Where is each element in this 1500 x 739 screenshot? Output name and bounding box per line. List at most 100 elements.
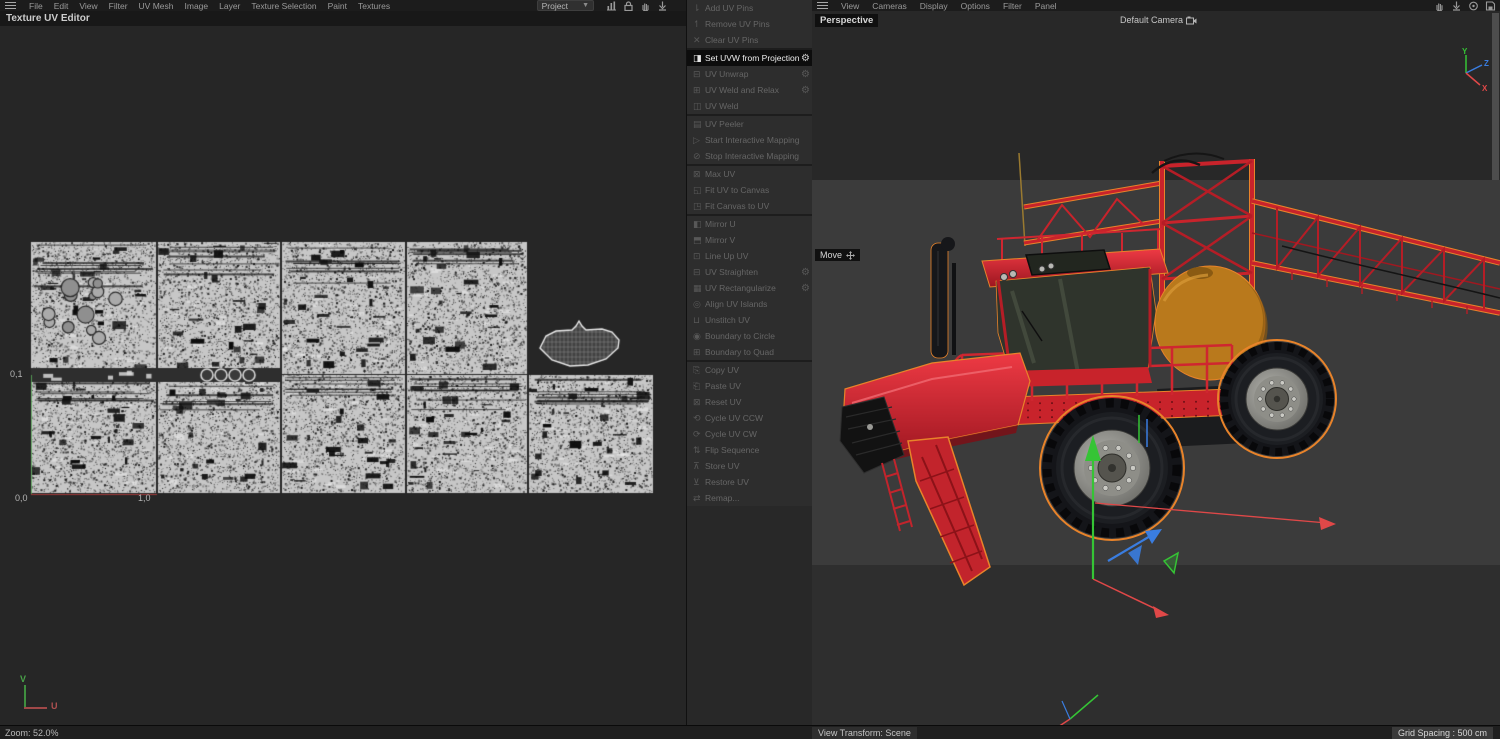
restore-uv-label: Restore UV [705,477,749,487]
menu-image[interactable]: Image [185,1,209,11]
view-mode-label[interactable]: Perspective [815,14,879,27]
paste-uv-icon: ⎗ [693,380,701,391]
command-group: ⊠ Max UV ◱ Fit UV to Canvas ◳ Fit Canvas to U… [687,166,813,214]
scene-sprayer-machine[interactable] [812,11,1500,726]
menu-layer[interactable]: Layer [219,1,240,11]
front-wheel[interactable] [1039,395,1185,541]
menu-texture-selection[interactable]: Texture Selection [251,1,316,11]
menu-view[interactable]: View [79,1,97,11]
cycle-uv-ccw-label: Cycle UV CCW [705,413,764,423]
camera-label-text: Default Camera [1120,15,1184,25]
boom-right-truss [1251,198,1500,316]
target-icon[interactable] [1468,1,1479,11]
menu-edit[interactable]: Edit [54,1,69,11]
remove-uv-pins-button[interactable]: ↿ Remove UV Pins [687,16,813,32]
cycle-uv-ccw-button[interactable]: ⟲ Cycle UV CCW [687,410,813,426]
start-interactive-mapping-label: Start Interactive Mapping [705,135,800,145]
uv-weld-button[interactable]: ◫ UV Weld [687,98,813,114]
camera-label[interactable]: Default Camera [1120,15,1197,25]
line-up-uv-button[interactable]: ⊡ Line Up UV [687,248,813,264]
fit-uv-to-canvas-button[interactable]: ◱ Fit UV to Canvas [687,182,813,198]
mirror-u-button[interactable]: ◧ Mirror U [687,216,813,232]
plane-handle-green[interactable] [1162,551,1180,575]
uv-rectangularize-options-gear-icon[interactable]: ⚙ [799,283,810,294]
vp-menu-cameras[interactable]: Cameras [872,1,906,11]
command-group: ◨ Set UVW from Projection ⚙ ⊟ UV Unwrap ⚙ ⊞ UV … [687,50,813,114]
project-dropdown[interactable]: Project ▼ [536,0,594,11]
max-uv-button[interactable]: ⊠ Max UV [687,166,813,182]
anchor-icon[interactable] [657,1,668,11]
store-uv-button[interactable]: ⊼ Store UV [687,458,813,474]
vp-menu-display[interactable]: Display [920,1,948,11]
mirror-v-button[interactable]: ⬒ Mirror V [687,232,813,248]
save-view-icon[interactable] [1485,0,1496,11]
vp-menu-panel[interactable]: Panel [1035,1,1057,11]
paste-uv-button[interactable]: ⎗ Paste UV [687,378,813,394]
vp-menu-view[interactable]: View [841,1,859,11]
boundary-to-quad-icon: ⊞ [693,346,701,357]
uv-weld-and-relax-button[interactable]: ⊞ UV Weld and Relax ⚙ [687,82,813,98]
fit-canvas-to-uv-button[interactable]: ◳ Fit Canvas to UV [687,198,813,214]
reset-uv-button[interactable]: ⊠ Reset UV [687,394,813,410]
z-axis-handle[interactable] [1107,534,1153,562]
set-uvw-from-projection-button[interactable]: ◨ Set UVW from Projection ⚙ [687,50,813,66]
unstitch-uv-button[interactable]: ⊔ Unstitch UV [687,312,813,328]
copy-uv-button[interactable]: ⎘ Copy UV [687,362,813,378]
uv-rectangularize-button[interactable]: ▦ UV Rectangularize ⚙ [687,280,813,296]
viewport-3d[interactable]: Perspective Default Camera Move Y Z X [812,11,1500,726]
camera-icon [1186,16,1197,24]
remap-icon: ⇄ [693,492,701,503]
add-uv-pins-button[interactable]: ⇂ Add UV Pins [687,0,813,16]
uv-editor-toolbar: Project ▼ [536,0,668,11]
uv-peeler-button[interactable]: ▤ UV Peeler [687,116,813,132]
cycle-uv-cw-button[interactable]: ⟳ Cycle UV CW [687,426,813,442]
uv-straighten-button[interactable]: ⊟ UV Straighten ⚙ [687,264,813,280]
paste-uv-label: Paste UV [705,381,741,391]
remap-button[interactable]: ⇄ Remap... [687,490,813,506]
flip-sequence-button[interactable]: ⇅ Flip Sequence [687,442,813,458]
brand-badge [867,424,873,430]
max-uv-label: Max UV [705,169,736,179]
restore-uv-button[interactable]: ⊻ Restore UV [687,474,813,490]
u-axis-line [24,707,47,709]
hand-icon[interactable] [1434,1,1445,11]
rear-wheel[interactable] [1217,339,1337,459]
align-uv-islands-button[interactable]: ◎ Align UV Islands [687,296,813,312]
menu-uv-mesh[interactable]: UV Mesh [139,1,174,11]
set-uvw-from-projection-options-gear-icon[interactable]: ⚙ [799,53,810,64]
viewport-menu-icon[interactable] [817,1,828,10]
lock-icon[interactable] [623,0,634,11]
uv-weld-and-relax-options-gear-icon[interactable]: ⚙ [799,85,810,96]
stop-interactive-mapping-button[interactable]: ⊘ Stop Interactive Mapping [687,148,813,164]
add-uv-pins-icon: ⇂ [693,2,701,13]
uv-unwrap-options-gear-icon[interactable]: ⚙ [799,69,810,80]
reset-uv-label: Reset UV [705,397,742,407]
panel-menu-icon[interactable] [5,1,16,10]
menu-textures[interactable]: Textures [358,1,390,11]
hand-icon[interactable] [640,1,651,11]
menu-filter[interactable]: Filter [109,1,128,11]
uv-texture-canvas[interactable] [0,26,686,725]
boundary-to-quad-button[interactable]: ⊞ Boundary to Quad [687,344,813,360]
viewport-menu: View Cameras Display Options Filter Panel [841,1,1057,11]
uv-unwrap-button[interactable]: ⊟ UV Unwrap ⚙ [687,66,813,82]
set-uvw-from-projection-label: Set UVW from Projection [705,53,799,63]
vp-menu-options[interactable]: Options [961,1,990,11]
uv-canvas-area[interactable]: 0,1 0,0 1,0 V U [0,26,686,725]
vp-menu-filter[interactable]: Filter [1003,1,1022,11]
uv-editor-statusbar: Zoom: 52.0% [0,725,817,739]
orientation-gizmo[interactable]: Y Z X [1448,45,1494,93]
exhaust-pipe [930,237,956,359]
chevron-down-icon: ▼ [582,2,589,9]
uv-straighten-options-gear-icon[interactable]: ⚙ [799,267,810,278]
clear-uv-pins-button[interactable]: ✕ Clear UV Pins [687,32,813,48]
anchor-icon[interactable] [1451,1,1462,11]
tool-label-text: Move [820,250,843,260]
panel-title: Texture UV Editor [0,11,686,27]
menu-paint[interactable]: Paint [328,1,347,11]
menu-file[interactable]: File [29,1,43,11]
stop-interactive-mapping-icon: ⊘ [693,150,701,161]
boundary-to-circle-button[interactable]: ◉ Boundary to Circle [687,328,813,344]
start-interactive-mapping-button[interactable]: ▷ Start Interactive Mapping [687,132,813,148]
histogram-icon[interactable] [606,1,617,11]
